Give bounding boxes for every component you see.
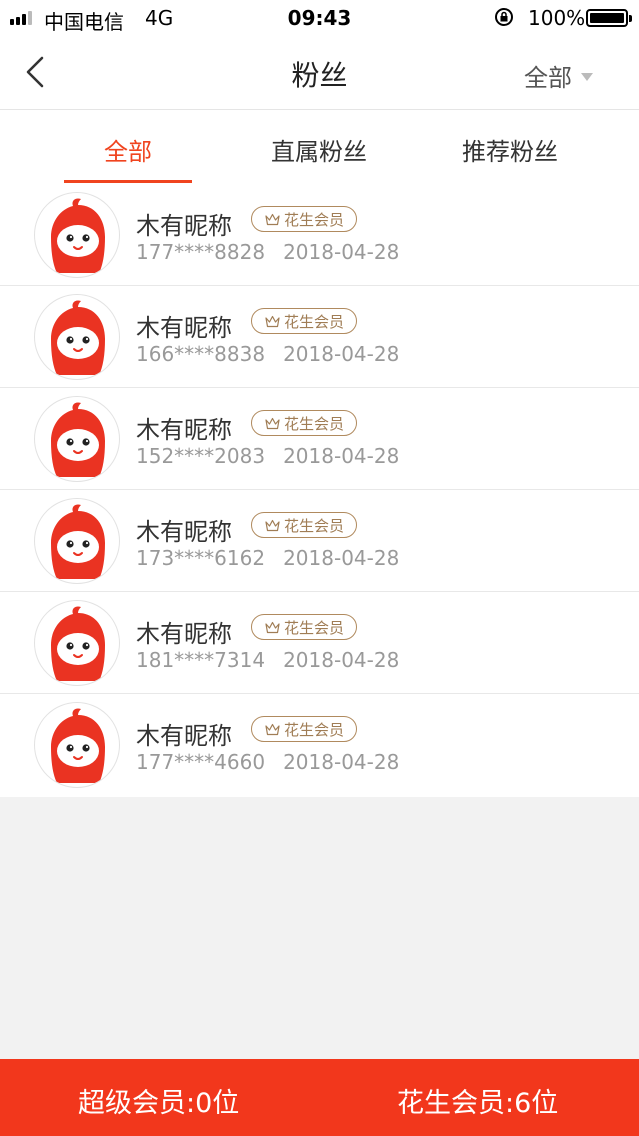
battery-percent: 100%	[528, 6, 586, 30]
tab-all[interactable]: 全部	[64, 132, 192, 167]
member-badge-label: 花生会员	[283, 516, 344, 535]
member-badge: 花生会员	[251, 308, 357, 334]
mascot-avatar-icon	[51, 708, 105, 783]
fan-meta: 177****4660 2018-04-28	[136, 750, 399, 774]
fan-phone: 177****8828	[136, 240, 266, 264]
fan-meta: 177****8828 2018-04-28	[136, 240, 399, 264]
fan-list-item[interactable]: 木有昵称 花生会员 152****2083 2018-04-28	[0, 388, 639, 490]
member-badge: 花生会员	[251, 512, 357, 538]
rotation-lock-icon	[495, 8, 513, 26]
filter-dropdown[interactable]: 全部	[524, 58, 593, 93]
fan-nickname: 木有昵称	[136, 518, 232, 546]
fan-list-item[interactable]: 木有昵称 花生会员 173****6162 2018-04-28	[0, 490, 639, 592]
status-bar: 中国电信 4G 09:43 100%	[0, 0, 639, 36]
member-summary-bar: 超级会员:0位 花生会员:6位	[0, 1059, 639, 1136]
crown-icon	[265, 621, 280, 633]
fan-phone: 152****2083	[136, 444, 266, 468]
fan-list: 木有昵称 花生会员 177****8828 2018-04-28 木有昵称 花生…	[0, 184, 639, 797]
crown-icon	[265, 417, 280, 429]
member-badge: 花生会员	[251, 206, 357, 232]
member-badge: 花生会员	[251, 410, 357, 436]
avatar	[34, 294, 120, 380]
tab-recommended-fans[interactable]: 推荐粉丝	[446, 132, 574, 167]
fan-nickname: 木有昵称	[136, 212, 232, 240]
member-badge-label: 花生会员	[283, 210, 344, 229]
avatar	[34, 396, 120, 482]
fan-meta: 181****7314 2018-04-28	[136, 648, 399, 672]
active-tab-indicator	[64, 180, 192, 183]
member-badge: 花生会员	[251, 716, 357, 742]
super-member-count: 超级会员:0位	[78, 1088, 240, 1119]
tab-bar: 全部 直属粉丝 推荐粉丝	[0, 110, 639, 184]
member-badge-label: 花生会员	[283, 720, 344, 739]
mascot-avatar-icon	[51, 504, 105, 579]
fan-join-date: 2018-04-28	[283, 648, 400, 672]
nav-bar: 粉丝 全部	[0, 36, 639, 110]
fan-join-date: 2018-04-28	[283, 342, 400, 366]
fan-nickname: 木有昵称	[136, 722, 232, 750]
fan-join-date: 2018-04-28	[283, 240, 400, 264]
member-badge: 花生会员	[251, 614, 357, 640]
member-badge-label: 花生会员	[283, 414, 344, 433]
fan-join-date: 2018-04-28	[283, 546, 400, 570]
mascot-avatar-icon	[51, 300, 105, 375]
crown-icon	[265, 213, 280, 225]
fan-phone: 166****8838	[136, 342, 266, 366]
fan-phone: 177****4660	[136, 750, 266, 774]
crown-icon	[265, 723, 280, 735]
fan-meta: 173****6162 2018-04-28	[136, 546, 399, 570]
fan-join-date: 2018-04-28	[283, 444, 400, 468]
peanut-member-count: 花生会员:6位	[397, 1088, 559, 1119]
battery-icon	[586, 9, 632, 27]
fan-list-item[interactable]: 木有昵称 花生会员 177****4660 2018-04-28	[0, 694, 639, 797]
fan-nickname: 木有昵称	[136, 620, 232, 648]
member-badge-label: 花生会员	[283, 312, 344, 331]
fan-list-item[interactable]: 木有昵称 花生会员 177****8828 2018-04-28	[0, 184, 639, 286]
crown-icon	[265, 315, 280, 327]
fan-phone: 173****6162	[136, 546, 266, 570]
tab-direct-fans[interactable]: 直属粉丝	[255, 132, 383, 167]
fan-join-date: 2018-04-28	[283, 750, 400, 774]
member-badge-label: 花生会员	[283, 618, 344, 637]
mascot-avatar-icon	[51, 606, 105, 681]
crown-icon	[265, 519, 280, 531]
filter-label: 全部	[524, 64, 572, 92]
fan-list-item[interactable]: 木有昵称 花生会员 181****7314 2018-04-28	[0, 592, 639, 694]
avatar	[34, 192, 120, 278]
dropdown-caret-icon	[581, 72, 593, 81]
avatar	[34, 702, 120, 788]
avatar	[34, 498, 120, 584]
fan-list-item[interactable]: 木有昵称 花生会员 166****8838 2018-04-28	[0, 286, 639, 388]
fan-nickname: 木有昵称	[136, 416, 232, 444]
mascot-avatar-icon	[51, 198, 105, 273]
mascot-avatar-icon	[51, 402, 105, 477]
avatar	[34, 600, 120, 686]
fan-meta: 166****8838 2018-04-28	[136, 342, 399, 366]
fan-meta: 152****2083 2018-04-28	[136, 444, 399, 468]
fan-nickname: 木有昵称	[136, 314, 232, 342]
fan-phone: 181****7314	[136, 648, 266, 672]
